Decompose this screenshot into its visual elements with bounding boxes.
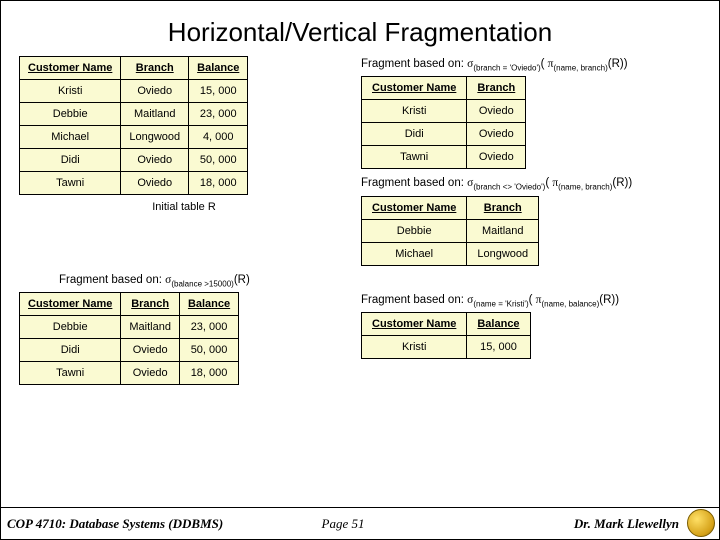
footer: COP 4710: Database Systems (DDBMS) Page … bbox=[1, 507, 719, 539]
table-row: DidiOviedo50, 000 bbox=[20, 338, 239, 361]
right-column-top: Fragment based on: σ(branch = 'Oviedo')(… bbox=[349, 56, 701, 266]
ucf-logo-icon bbox=[687, 509, 715, 537]
table-row: DebbieMaitland23, 000 bbox=[20, 315, 239, 338]
col-customer-name: Customer Name bbox=[20, 57, 121, 80]
table-row: TawniOviedo18, 000 bbox=[20, 172, 248, 195]
table-row: DebbieMaitland bbox=[362, 219, 539, 242]
table-row: TawniOviedo18, 000 bbox=[20, 361, 239, 384]
table-header-row: Customer NameBalance bbox=[362, 313, 531, 336]
table-row: DebbieMaitland23, 000 bbox=[20, 103, 248, 126]
footer-author: Dr. Mark Llewellyn bbox=[403, 516, 719, 532]
fragment-not-oviedo-table: Customer NameBranch DebbieMaitland Micha… bbox=[361, 196, 539, 266]
fragment1-caption: Fragment based on: σ(branch = 'Oviedo')(… bbox=[361, 58, 701, 72]
table-row: DidiOviedo bbox=[362, 123, 526, 146]
right-column-bottom: Fragment based on: σ(name = 'Kristi')( π… bbox=[349, 292, 701, 359]
fragment4-caption: Fragment based on: σ(name = 'Kristi')( π… bbox=[361, 294, 701, 308]
slide-content: Customer Name Branch Balance KristiOvied… bbox=[1, 56, 719, 385]
table-row: KristiOviedo bbox=[362, 100, 526, 123]
table-header-row: Customer Name Branch Balance bbox=[20, 57, 248, 80]
footer-page: Page 51 bbox=[283, 516, 403, 532]
col-branch: Branch bbox=[121, 57, 189, 80]
left-column-bottom: Customer NameBranchBalance DebbieMaitlan… bbox=[19, 292, 349, 385]
table-row: MichaelLongwood4, 000 bbox=[20, 126, 248, 149]
top-row: Customer Name Branch Balance KristiOvied… bbox=[19, 56, 701, 266]
initial-table-r: Customer Name Branch Balance KristiOvied… bbox=[19, 56, 248, 195]
bottom-row: Customer NameBranchBalance DebbieMaitlan… bbox=[19, 292, 701, 385]
table-header-row: Customer NameBranchBalance bbox=[20, 292, 239, 315]
table-row: KristiOviedo15, 000 bbox=[20, 80, 248, 103]
table-header-row: Customer NameBranch bbox=[362, 196, 539, 219]
table-row: MichaelLongwood bbox=[362, 242, 539, 265]
fragment-oviedo-table: Customer NameBranch KristiOviedo DidiOvi… bbox=[361, 76, 526, 169]
table-row: Kristi15, 000 bbox=[362, 336, 531, 359]
slide-title: Horizontal/Vertical Fragmentation bbox=[1, 1, 719, 56]
footer-course: COP 4710: Database Systems (DDBMS) bbox=[1, 516, 283, 532]
col-balance: Balance bbox=[189, 57, 248, 80]
fragment3-caption: Fragment based on: σ(balance >15000)(R) bbox=[59, 274, 701, 288]
initial-table-caption: Initial table R bbox=[19, 201, 349, 213]
table-row: TawniOviedo bbox=[362, 146, 526, 169]
left-column: Customer Name Branch Balance KristiOvied… bbox=[19, 56, 349, 213]
fragment-kristi-table: Customer NameBalance Kristi15, 000 bbox=[361, 312, 531, 359]
slide: Horizontal/Vertical Fragmentation Custom… bbox=[0, 0, 720, 540]
fragment-balance-table: Customer NameBranchBalance DebbieMaitlan… bbox=[19, 292, 239, 385]
table-row: DidiOviedo50, 000 bbox=[20, 149, 248, 172]
fragment2-caption: Fragment based on: σ(branch <> 'Oviedo')… bbox=[361, 177, 701, 191]
table-header-row: Customer NameBranch bbox=[362, 77, 526, 100]
